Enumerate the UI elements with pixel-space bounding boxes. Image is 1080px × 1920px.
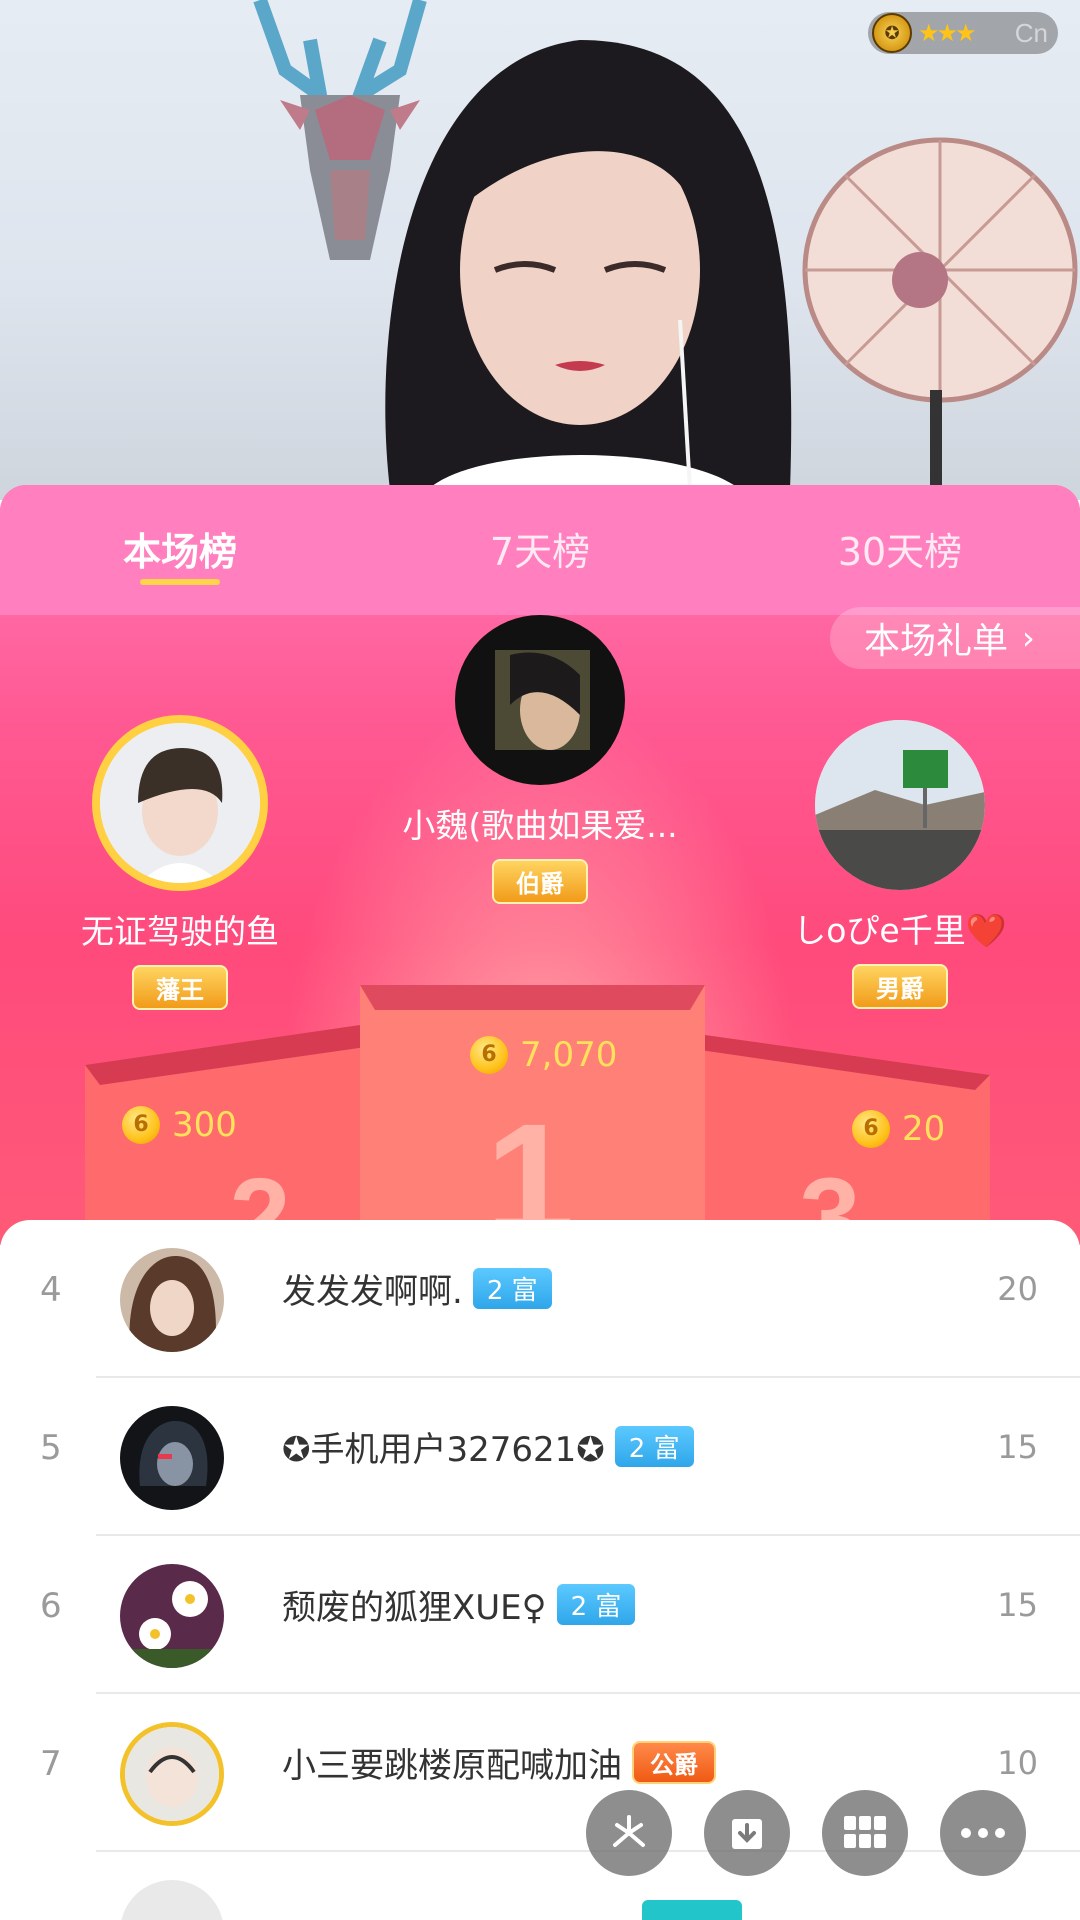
avatar [120, 1406, 224, 1510]
user-name: 发发发啊啊. [282, 1272, 463, 1312]
avatar [120, 1248, 224, 1352]
tab-7-days[interactable]: 7天榜 [360, 485, 720, 615]
gift-list-label: 本场礼单 [864, 621, 1009, 662]
avatar [455, 615, 625, 785]
noble-badge: 藩王 [132, 965, 228, 1010]
more-icon [961, 1828, 1005, 1838]
list-item[interactable]: 7 小三要跳楼原配喊加油 公爵 10 [0, 1694, 1080, 1852]
user-name-line [282, 1900, 742, 1920]
list-item[interactable] [0, 1852, 1080, 1920]
coin-icon: 6 [122, 1106, 160, 1144]
contribution-value: 20 [997, 1270, 1038, 1308]
anchor-level-badge: ✪ ★★★ Cn [868, 12, 1058, 54]
contribution-value: 15 [997, 1428, 1038, 1466]
star-rating-icon: ★★★ [918, 19, 977, 47]
chevron-right-icon: › [1022, 619, 1035, 657]
contribution-value: 15 [997, 1586, 1038, 1624]
avatar [815, 720, 985, 890]
noble-badge: 男爵 [852, 964, 948, 1009]
rank-3-score: 6 20 [852, 1109, 945, 1149]
user-name: ✪手机用户327621✪ [282, 1430, 605, 1470]
user-name-line: 颓废的狐狸XUE♀ 2 富 [282, 1580, 636, 1629]
menu-grid-button[interactable] [822, 1790, 908, 1876]
download-button[interactable] [704, 1790, 790, 1876]
user-name-line: 发发发啊啊. 2 富 [282, 1264, 552, 1313]
watermark: Cn [1014, 17, 1048, 48]
tab-current-session[interactable]: 本场榜 [0, 485, 360, 615]
list-item[interactable]: 5 ✪手机用户327621✪ 2 富 15 [0, 1378, 1080, 1536]
download-icon [732, 1819, 762, 1849]
ranking-list[interactable]: 4 发发发啊啊. 2 富 20 5 ✪手机用户327621✪ 2 富 15 6 … [0, 1220, 1080, 1920]
rank-2-score: 6 300 [122, 1105, 237, 1145]
noble-badge: 伯爵 [492, 859, 588, 904]
user-name-line: ✪手机用户327621✪ 2 富 [282, 1422, 694, 1471]
more-button[interactable] [940, 1790, 1026, 1876]
rank-1-score: 6 7,070 [470, 1035, 617, 1075]
rank-1-user[interactable]: 小魏(歌曲如果爱... 伯爵 [340, 615, 740, 904]
user-name: 颓废的狐狸XUE♀ [282, 1588, 547, 1628]
winner-name: 无证驾驶的鱼 [81, 912, 279, 951]
share-icon [613, 1815, 645, 1847]
score-value: 20 [902, 1109, 946, 1149]
rank-number: 6 [40, 1586, 62, 1626]
list-item[interactable]: 6 颓废的狐狸XUE♀ 2 富 15 [0, 1536, 1080, 1694]
live-video-area[interactable]: ✪ ★★★ Cn [0, 0, 1080, 500]
rank-number: 5 [40, 1428, 62, 1468]
ranking-panel: 本场榜 7天榜 30天榜 本场礼单 › 1 2 3 小魏(歌曲如果爱... 伯爵… [0, 485, 1080, 1245]
share-button[interactable] [586, 1790, 672, 1876]
score-value: 300 [172, 1105, 237, 1145]
tab-30-days[interactable]: 30天榜 [720, 485, 1080, 615]
rich-level-badge: 2 富 [614, 1426, 694, 1467]
avatar [120, 1722, 224, 1826]
winner-name: 小魏(歌曲如果爱... [402, 806, 678, 845]
grid-icon [844, 1816, 886, 1848]
coin-icon: 6 [852, 1110, 890, 1148]
list-item[interactable]: 4 发发发啊啊. 2 富 20 [0, 1220, 1080, 1378]
tab-label: 7天榜 [489, 530, 591, 574]
tab-label: 30天榜 [837, 530, 963, 574]
gift-list-button[interactable]: 本场礼单 › [830, 607, 1080, 669]
avatar [92, 715, 268, 891]
winner-name: しoぴe千里❤️ [793, 911, 1007, 950]
rich-level-badge: 2 富 [556, 1584, 636, 1625]
noble-badge: 公爵 [632, 1741, 716, 1784]
streamer-figure [385, 40, 792, 500]
user-name-line: 小三要跳楼原配喊加油 公爵 [282, 1738, 716, 1787]
rank-number: 4 [40, 1270, 62, 1310]
avatar [120, 1880, 224, 1920]
rank-number: 7 [40, 1744, 62, 1784]
level-badge [642, 1900, 742, 1920]
user-name: 小三要跳楼原配喊加油 [282, 1746, 622, 1786]
tab-label: 本场榜 [122, 530, 237, 574]
avatar [120, 1564, 224, 1668]
rich-level-badge: 2 富 [472, 1268, 552, 1309]
tab-active-indicator [140, 579, 220, 585]
ranking-tabs: 本场榜 7天榜 30天榜 [0, 485, 1080, 615]
score-value: 7,070 [520, 1035, 618, 1075]
rank-2-user[interactable]: 无证驾驶的鱼 藩王 [40, 715, 320, 1010]
rank-3-user[interactable]: しoぴe千里❤️ 男爵 [760, 720, 1040, 1009]
anchor-level-icon: ✪ [872, 13, 912, 53]
coin-icon: 6 [470, 1036, 508, 1074]
contribution-value: 10 [997, 1744, 1038, 1782]
